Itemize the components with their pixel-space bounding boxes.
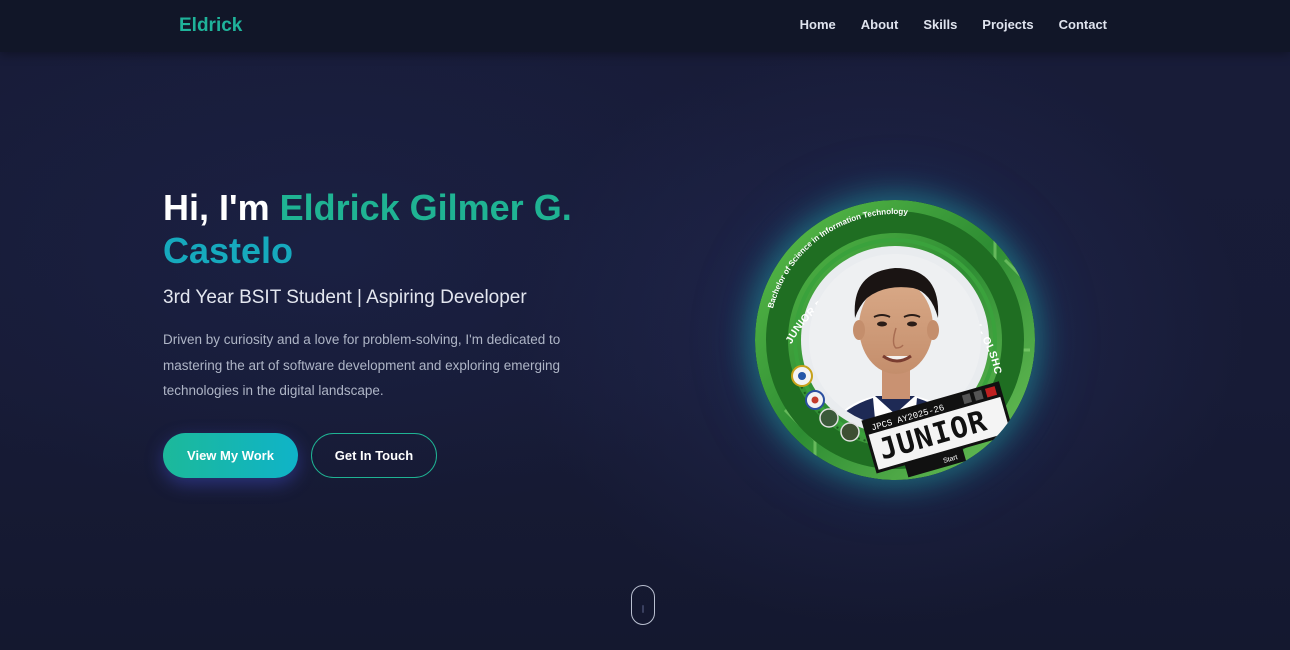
profile-picture: Bachelor of Science in Information Techn… <box>755 200 1035 480</box>
hero-name-first: Eldrick Gilmer G. <box>279 187 572 228</box>
hero-name-last: Castelo <box>163 230 294 271</box>
nav-links: Home About Skills Projects Contact <box>800 17 1107 32</box>
scroll-wheel <box>642 605 644 613</box>
nav-link-contact[interactable]: Contact <box>1059 17 1107 32</box>
hero-description: Driven by curiosity and a love for probl… <box>163 332 561 398</box>
mouse-scroll-icon[interactable] <box>631 585 655 625</box>
view-my-work-button[interactable]: View My Work <box>163 433 298 478</box>
hero-section: Hi, I'm Eldrick Gilmer G. Castelo 3rd Yea… <box>163 186 633 404</box>
nav-link-skills[interactable]: Skills <box>923 17 957 32</box>
hero-title: Hi, I'm Eldrick Gilmer G. Castelo <box>163 186 633 272</box>
hero-buttons: View My Work Get In Touch <box>163 433 437 478</box>
nav-link-projects[interactable]: Projects <box>982 17 1033 32</box>
navbar: Eldrick Home About Skills Projects Conta… <box>0 0 1290 52</box>
get-in-touch-button[interactable]: Get In Touch <box>311 433 437 478</box>
page: Eldrick Home About Skills Projects Conta… <box>0 0 1290 650</box>
hero-subtitle: 3rd Year BSIT Student | Aspiring Develop… <box>163 287 527 308</box>
brand-logo[interactable]: Eldrick <box>179 15 242 37</box>
nav-link-about[interactable]: About <box>861 17 899 32</box>
nav-link-home[interactable]: Home <box>800 17 836 32</box>
hero-greeting: Hi, I'm <box>163 187 280 228</box>
profile-badge-graphic: Bachelor of Science in Information Techn… <box>755 200 1035 480</box>
